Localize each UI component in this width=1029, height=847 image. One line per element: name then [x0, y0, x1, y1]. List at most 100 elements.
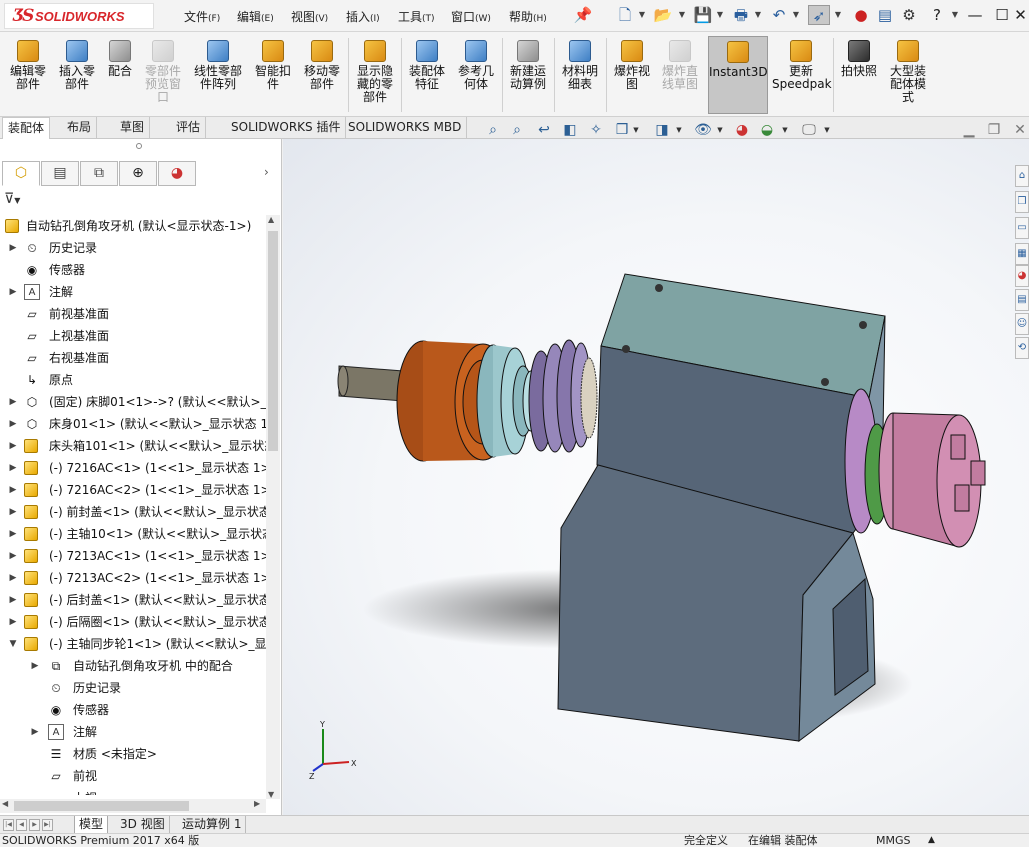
last-tab-icon[interactable]: ▶|: [42, 819, 53, 831]
explode-line-sketch-button[interactable]: 爆炸直 线草图: [657, 36, 703, 114]
dynamic-annotation-icon[interactable]: ✧: [587, 121, 605, 139]
doc-close-icon[interactable]: ✕: [1011, 121, 1029, 139]
edit-component-button[interactable]: 编辑零 部件: [4, 36, 52, 114]
view-settings-icon[interactable]: 🖵: [800, 121, 818, 139]
recovery-icon[interactable]: ⟲: [1015, 337, 1029, 359]
tree-item[interactable]: ▶ (-) 主轴10<1> (默认<<默认>_显示状态: [0, 523, 266, 545]
tab-evaluate[interactable]: 评估: [171, 117, 207, 139]
open-dropdown-icon[interactable]: ▼: [678, 5, 686, 25]
exploded-view-button[interactable]: 爆炸视 图: [609, 36, 655, 114]
zoom-to-area-icon[interactable]: ⌕: [508, 121, 526, 139]
tree-filter-icon[interactable]: ⊽▼: [4, 191, 20, 207]
display-style-icon[interactable]: ◨: [653, 121, 671, 139]
tree-item[interactable]: ⏲ 历史记录: [0, 677, 266, 699]
tree-item[interactable]: ▶ A 注解: [0, 721, 266, 743]
tree-item[interactable]: ▶ (-) 后隔圈<1> (默认<<默认>_显示状态: [0, 611, 266, 633]
doc-restore-icon[interactable]: ❐: [985, 121, 1003, 139]
prev-tab-icon[interactable]: ◀: [16, 819, 27, 831]
design-library-icon[interactable]: ❒: [1015, 191, 1029, 213]
tree-item[interactable]: ▶ ⏲ 历史记录: [0, 237, 266, 259]
select-dropdown-icon[interactable]: ▼: [834, 5, 842, 25]
tab-solidworks-addins[interactable]: SOLIDWORKS 插件: [226, 117, 347, 139]
view-settings-dropdown-icon[interactable]: ▼: [823, 121, 831, 139]
bom-button[interactable]: 材料明 细表: [557, 36, 603, 114]
view-orientation-icon[interactable]: ❒: [613, 121, 631, 139]
hide-show-dropdown-icon[interactable]: ▼: [716, 121, 724, 139]
scroll-up-icon[interactable]: ▲: [268, 215, 274, 224]
smart-fasteners-button[interactable]: 智能扣 件: [250, 36, 296, 114]
scroll-thumb[interactable]: [268, 231, 278, 451]
zoom-to-fit-icon[interactable]: ⌕: [484, 121, 502, 139]
expand-toggle-icon[interactable]: ▶: [8, 545, 18, 567]
print-dropdown-icon[interactable]: ▼: [754, 5, 762, 25]
tree-item[interactable]: ▼ (-) 主轴同步轮1<1> (默认<<默认>_显示: [0, 633, 266, 655]
expand-toggle-icon[interactable]: ▶: [8, 523, 18, 545]
solidworks-resources-icon[interactable]: ⌂: [1015, 165, 1029, 187]
file-properties-icon[interactable]: ▤: [874, 5, 896, 25]
tree-item[interactable]: ▱ 上视基准面: [0, 325, 266, 347]
show-hidden-components-button[interactable]: 显示隐 藏的零 部件: [352, 36, 398, 114]
help-icon[interactable]: ?: [926, 5, 948, 25]
new-motion-study-button[interactable]: 新建运 动算例: [505, 36, 551, 114]
expand-toggle-icon[interactable]: ▶: [8, 567, 18, 589]
tree-item[interactable]: ▶ (-) 前封盖<1> (默认<<默认>_显示状态: [0, 501, 266, 523]
menu-help[interactable]: 帮助(H): [509, 8, 547, 25]
undo-dropdown-icon[interactable]: ▼: [792, 5, 800, 25]
scroll-left-icon[interactable]: ◀: [2, 799, 8, 808]
featuremanager-icon[interactable]: ⬡: [2, 161, 40, 186]
expand-toggle-icon[interactable]: ▼: [8, 633, 18, 655]
tab-3d-view[interactable]: 3D 视图: [116, 816, 170, 834]
expand-toggle-icon[interactable]: ▶: [8, 611, 18, 633]
minimize-icon[interactable]: —: [962, 4, 988, 26]
tree-item[interactable]: ▶ (-) 7213AC<2> (1<<1>_显示状态 1>): [0, 567, 266, 589]
expand-toggle-icon[interactable]: ▶: [8, 589, 18, 611]
apply-scene-dropdown-icon[interactable]: ▼: [781, 121, 789, 139]
solidworks-logo[interactable]: ƷS SOLIDWORKS: [4, 3, 154, 29]
tab-layout[interactable]: 布局: [62, 117, 98, 139]
tab-sketch[interactable]: 草图: [115, 117, 151, 139]
display-style-dropdown-icon[interactable]: ▼: [675, 121, 683, 139]
edit-appearance-icon[interactable]: ◕: [733, 121, 751, 139]
view-orientation-dropdown-icon[interactable]: ▼: [632, 121, 640, 139]
appearances-scenes-icon[interactable]: ◕: [1015, 265, 1029, 287]
section-view-icon[interactable]: ◧: [561, 121, 579, 139]
select-cursor-icon[interactable]: ➶: [808, 5, 830, 25]
menu-window[interactable]: 窗口(W): [451, 8, 491, 25]
linear-pattern-button[interactable]: 线性零部 件阵列: [189, 36, 247, 114]
panel-scroll-right-icon[interactable]: ›: [264, 165, 269, 179]
expand-toggle-icon[interactable]: ▶: [8, 479, 18, 501]
tree-vertical-scrollbar[interactable]: ▲ ▼: [266, 215, 280, 799]
previous-view-icon[interactable]: ↩: [535, 121, 553, 139]
hide-show-items-icon[interactable]: 👁: [694, 121, 712, 139]
expand-toggle-icon[interactable]: ▶: [8, 501, 18, 523]
save-dropdown-icon[interactable]: ▼: [716, 5, 724, 25]
tree-item[interactable]: ▶ (-) 7213AC<1> (1<<1>_显示状态 1>): [0, 545, 266, 567]
tab-assembly[interactable]: 装配体: [2, 117, 51, 139]
units-menu-icon[interactable]: ▲: [928, 834, 935, 847]
apply-scene-icon[interactable]: ◒: [758, 121, 776, 139]
graphics-area[interactable]: Y X Z: [283, 139, 1029, 815]
instant3d-button[interactable]: Instant3D: [708, 36, 768, 114]
custom-properties-icon[interactable]: ▤: [1015, 289, 1029, 311]
scroll-thumb-horizontal[interactable]: [14, 801, 189, 811]
rebuild-traffic-light-icon[interactable]: ●: [850, 5, 872, 25]
new-dropdown-icon[interactable]: ▼: [638, 5, 646, 25]
expand-toggle-icon[interactable]: ▶: [8, 391, 18, 413]
close-icon[interactable]: ✕: [1012, 4, 1029, 26]
move-component-button[interactable]: 移动零 部件: [299, 36, 345, 114]
dimxpert-icon[interactable]: ⊕: [119, 161, 157, 186]
expand-toggle-icon[interactable]: ▶: [30, 655, 40, 677]
next-tab-icon[interactable]: ▶: [29, 819, 40, 831]
tree-item[interactable]: ▶ A 注解: [0, 281, 266, 303]
tree-item[interactable]: ▱ 上视: [0, 787, 266, 795]
propertymanager-icon[interactable]: ▤: [41, 161, 79, 186]
print-icon[interactable]: 🖶: [730, 5, 752, 25]
new-document-icon[interactable]: 🗋: [614, 5, 636, 25]
large-assembly-mode-button[interactable]: 大型装 配体模 式: [885, 36, 931, 114]
view-palette-icon[interactable]: ▦: [1015, 243, 1029, 265]
mate-button[interactable]: 配合: [104, 36, 136, 114]
expand-toggle-icon[interactable]: ▶: [8, 281, 18, 303]
expand-toggle-icon[interactable]: ▶: [8, 457, 18, 479]
menu-edit[interactable]: 编辑(E): [237, 8, 274, 25]
file-explorer-icon[interactable]: ▭: [1015, 217, 1029, 239]
